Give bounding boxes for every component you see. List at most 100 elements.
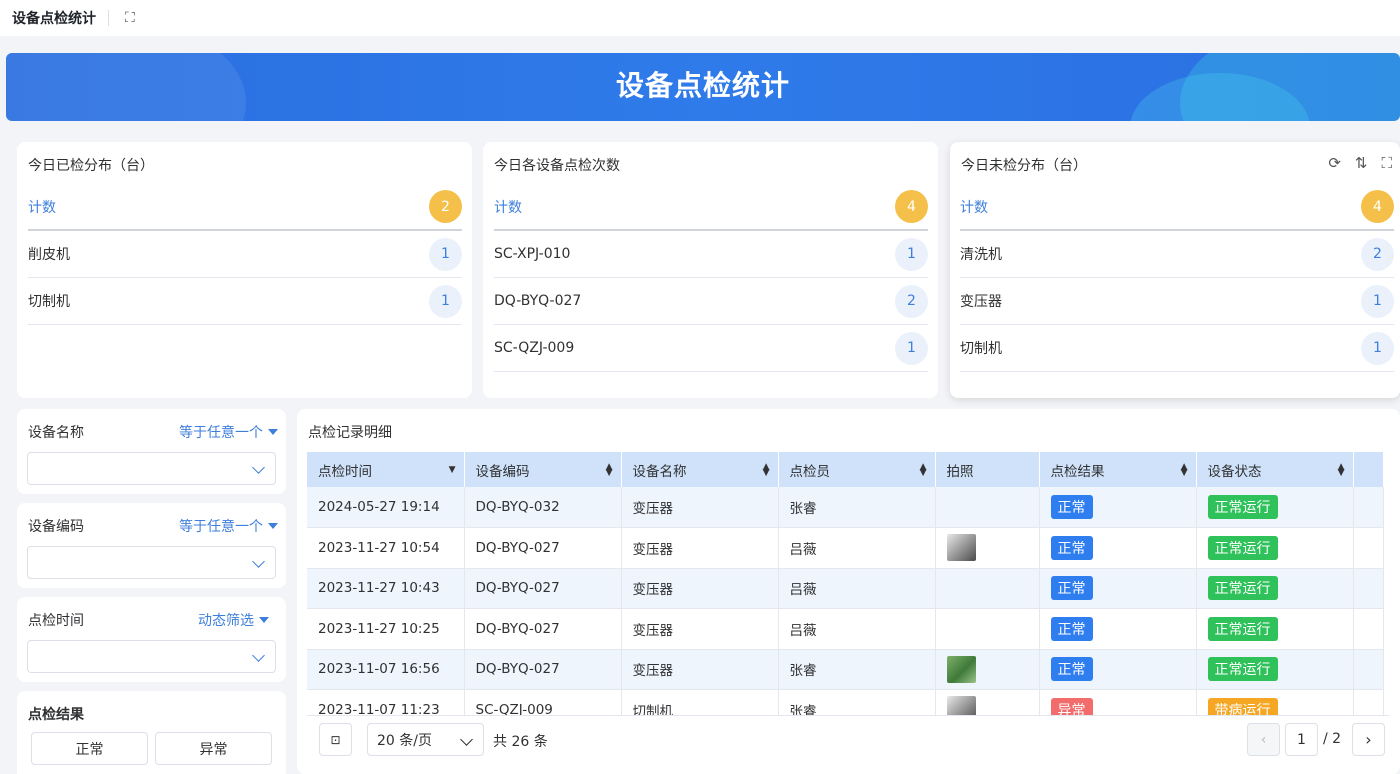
filter-mode-dropdown[interactable]: 等于任意一个 [179, 516, 278, 536]
count-header-row: 计数 4 [494, 184, 928, 231]
filter-label: 点检结果 [28, 707, 84, 723]
inspect-time-select[interactable] [27, 640, 276, 673]
column-label: 设备名称 [632, 463, 687, 480]
column-settings-icon[interactable]: ⊡ [319, 723, 352, 756]
table-row[interactable]: 2023-11-27 10:43 DQ-BYQ-027 变压器 吕薇 正常 正常运行 [307, 568, 1384, 609]
item-label: 清洗机 [960, 247, 1002, 263]
page-input[interactable]: 1 [1285, 723, 1318, 756]
cell-photo [935, 608, 1040, 650]
sort-icon[interactable]: ▲ ▼ [920, 463, 927, 478]
column-header-code[interactable]: 设备编码 ▲ ▼ [464, 452, 622, 487]
fullscreen-icon[interactable]: ⛶ [1381, 154, 1392, 172]
status-badge: 正常运行 [1207, 657, 1278, 682]
column-label: 拍照 [946, 463, 974, 480]
cell-time: 2023-11-27 10:25 [307, 608, 465, 650]
cell-spacer [1353, 487, 1384, 528]
refresh-icon[interactable]: ⟳ [1328, 154, 1341, 172]
cell-result: 正常 [1039, 487, 1197, 528]
total-count: 共 26 条 [493, 734, 548, 750]
list-item[interactable]: 清洗机 2 [960, 231, 1394, 278]
count-badge: 1 [1361, 331, 1394, 365]
sort-desc-icon[interactable]: ▼ [449, 466, 456, 475]
count-header-row: 计数 2 [28, 184, 462, 231]
column-header-name[interactable]: 设备名称 ▲ ▼ [621, 452, 779, 487]
filter-label: 设备编码 [28, 519, 84, 535]
result-filter: 点检结果 正常 异常 [17, 691, 286, 774]
count-badge: 2 [1361, 237, 1394, 271]
pagination: ⊡ 20 条/页 共 26 条 ‹ 1 / 2 › [307, 715, 1390, 765]
list-item[interactable]: DQ-BYQ-027 2 [494, 278, 928, 325]
sort-icon[interactable]: ▲ ▼ [606, 463, 613, 478]
table-row[interactable]: 2023-11-27 10:54 DQ-BYQ-027 变压器 吕薇 正常 正常运行 [307, 527, 1384, 569]
table-row[interactable]: 2023-11-07 16:56 DQ-BYQ-027 变压器 张睿 正常 正常运行 [307, 649, 1384, 690]
cell-status: 正常运行 [1196, 649, 1354, 690]
list-item[interactable]: SC-XPJ-010 1 [494, 231, 928, 278]
sort-icon[interactable]: ▲ ▼ [1338, 463, 1345, 478]
photo-thumbnail[interactable] [946, 534, 976, 562]
list-item[interactable]: 切制机 1 [28, 278, 462, 325]
count-label: 计数 [960, 199, 988, 216]
device-name-filter: 设备名称 等于任意一个 [17, 409, 286, 494]
column-label: 点检时间 [318, 463, 372, 480]
page-title: 设备点检统计 [12, 11, 96, 27]
filter-mode-label: 等于任意一个 [179, 519, 263, 535]
cell-time: 2023-11-27 10:43 [307, 568, 465, 609]
cell-photo [935, 568, 1040, 609]
device-code-select[interactable] [27, 546, 276, 579]
table-row[interactable]: 2024-05-27 19:14 DQ-BYQ-032 变压器 张睿 正常 正常运行 [307, 487, 1384, 528]
column-header-status[interactable]: 设备状态 ▲ ▼ [1196, 452, 1354, 487]
records-title: 点检记录明细 [308, 425, 392, 441]
page-size-label: 20 条/页 [377, 732, 432, 749]
cell-name: 变压器 [621, 649, 779, 690]
table-header-row: 点检时间 ▼ 设备编码 ▲ ▼ 设备名称 ▲ ▼ 点检员 ▲ ▼ 拍照 点检结果 ▲ ▼ 设备状态… [307, 452, 1384, 487]
device-name-select[interactable] [27, 452, 276, 485]
column-header-inspector[interactable]: 点检员 ▲ ▼ [778, 452, 936, 487]
count-badge: 2 [895, 284, 928, 318]
item-label: 切制机 [960, 341, 1002, 357]
column-header-time[interactable]: 点检时间 ▼ [307, 452, 465, 487]
uninspected-today-card: 今日未检分布（台） ⟳ ⇅ ⛶ 计数 4 清洗机 2 变压器 1 切制机 1 [950, 142, 1400, 398]
cell-status: 正常运行 [1196, 608, 1354, 650]
list-item[interactable]: 变压器 1 [960, 278, 1394, 325]
list-item[interactable]: 切制机 1 [960, 325, 1394, 372]
page-size-select[interactable]: 20 条/页 [367, 723, 484, 756]
inspected-today-card: 今日已检分布（台） 计数 2 削皮机 1 切制机 1 [17, 142, 472, 398]
inspect-time-filter: 点检时间 动态筛选 [17, 597, 286, 682]
expand-icon[interactable]: ⛶ [125, 10, 135, 26]
records-card: 点检记录明细 点检时间 ▼ 设备编码 ▲ ▼ 设备名称 ▲ ▼ 点检员 ▲ ▼ 拍照 点检结果… [297, 409, 1400, 774]
sort-icon[interactable]: ▲ ▼ [763, 463, 770, 478]
cell-name: 变压器 [621, 608, 779, 650]
result-normal-button[interactable]: 正常 [31, 732, 148, 765]
count-badge: 1 [895, 237, 928, 271]
filter-mode-dropdown[interactable]: 动态筛选 [198, 610, 269, 630]
status-badge: 正常运行 [1207, 576, 1278, 601]
next-page-button[interactable]: › [1352, 723, 1385, 756]
filter-mode-label: 等于任意一个 [179, 425, 263, 441]
count-badge: 1 [429, 284, 462, 318]
cell-inspector: 吕薇 [778, 608, 936, 650]
prev-page-button[interactable]: ‹ [1247, 723, 1280, 756]
caret-down-icon [259, 617, 269, 623]
cell-result: 正常 [1039, 568, 1197, 609]
cell-name: 变压器 [621, 487, 779, 528]
column-header-photo: 拍照 [935, 452, 1040, 487]
list-item[interactable]: 削皮机 1 [28, 231, 462, 278]
top-bar: 设备点检统计 ⛶ [0, 0, 1400, 36]
sort-icon[interactable]: ▲ ▼ [1181, 463, 1188, 478]
table-row[interactable]: 2023-11-27 10:25 DQ-BYQ-027 变压器 吕薇 正常 正常运行 [307, 608, 1384, 650]
status-badge: 正常运行 [1207, 535, 1278, 560]
sort-icon[interactable]: ⇅ [1355, 154, 1368, 172]
column-header-result[interactable]: 点检结果 ▲ ▼ [1039, 452, 1197, 487]
count-header-row: 计数 4 [960, 184, 1394, 231]
records-table: 点检时间 ▼ 设备编码 ▲ ▼ 设备名称 ▲ ▼ 点检员 ▲ ▼ 拍照 点检结果 ▲ ▼ 设备状态… [307, 452, 1384, 731]
status-badge: 正常运行 [1207, 495, 1278, 519]
cell-photo [935, 649, 1040, 690]
cell-time: 2024-05-27 19:14 [307, 487, 465, 528]
filter-mode-dropdown[interactable]: 等于任意一个 [179, 422, 278, 442]
result-abnormal-button[interactable]: 异常 [155, 732, 272, 765]
count-badge: 1 [1361, 284, 1394, 318]
cell-code: DQ-BYQ-032 [464, 487, 622, 528]
count-label: 计数 [494, 199, 522, 216]
photo-thumbnail[interactable] [946, 655, 976, 683]
list-item[interactable]: SC-QZJ-009 1 [494, 325, 928, 372]
